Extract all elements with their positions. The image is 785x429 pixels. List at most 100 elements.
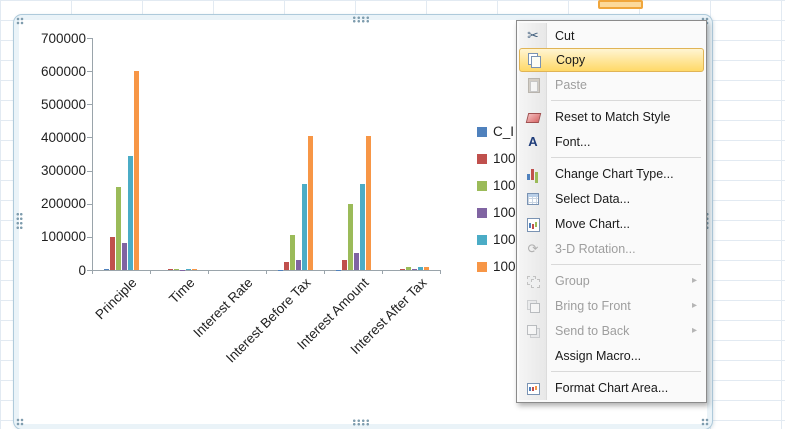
bar-principle-s3[interactable] <box>121 243 127 270</box>
reset-style-icon <box>525 109 541 125</box>
value-axis-tick <box>87 236 92 238</box>
legend-swatch-icon <box>477 207 487 218</box>
bar-interest-before-tax-s4[interactable] <box>301 183 307 270</box>
menu-item-reset-to-match-style[interactable]: Reset to Match Style <box>519 104 704 129</box>
legend-item-5[interactable]: 100 <box>477 259 516 274</box>
menu-item-label: Format Chart Area... <box>555 380 669 395</box>
value-axis-label[interactable]: 200000 <box>26 196 86 211</box>
value-axis-label[interactable]: 600000 <box>26 64 86 79</box>
macro-icon <box>525 348 541 364</box>
rotation-3d-icon <box>525 241 541 257</box>
legend-item-3[interactable]: 100 <box>477 205 516 220</box>
selection-handle-bottom-left[interactable] <box>16 418 24 426</box>
menu-item-font[interactable]: Font... <box>519 129 704 154</box>
bar-principle-s0[interactable] <box>103 269 109 270</box>
send-back-icon <box>525 323 541 339</box>
menu-item-cut[interactable]: Cut <box>519 23 704 48</box>
bar-time-s5[interactable] <box>191 268 197 270</box>
menu-item-label: Select Data... <box>555 191 631 206</box>
legend-item-4[interactable]: 100 <box>477 232 516 247</box>
format-chart-area-icon <box>525 380 541 396</box>
value-axis-label[interactable]: 300000 <box>26 163 86 178</box>
value-axis-tick <box>87 137 92 139</box>
bar-interest-amount-s2[interactable] <box>347 203 353 270</box>
bar-interest-amount-s4[interactable] <box>359 183 365 270</box>
value-axis-line[interactable] <box>92 38 93 271</box>
legend-label: 100 <box>493 259 516 274</box>
bar-interest-before-tax-s5[interactable] <box>307 135 313 270</box>
bar-interest-before-tax-s3[interactable] <box>295 260 301 270</box>
menu-item-format-chart-area[interactable]: Format Chart Area... <box>519 375 704 400</box>
menu-item-label: Bring to Front <box>555 298 631 313</box>
legend-item-2[interactable]: 100 <box>477 178 516 193</box>
legend-label: C_I <box>493 124 515 139</box>
menu-item-label: Assign Macro... <box>555 348 642 363</box>
menu-item-change-chart-type[interactable]: Change Chart Type... <box>519 161 704 186</box>
bar-interest-amount-s1[interactable] <box>341 260 347 270</box>
bar-interest-after-tax-s2[interactable] <box>405 267 411 270</box>
menu-item-bring-to-front[interactable]: Bring to Front ▸ <box>519 293 704 318</box>
selection-handle-left-middle[interactable] <box>16 212 23 230</box>
bar-principle-s5[interactable] <box>133 71 139 270</box>
menu-item-label: Group <box>555 273 590 288</box>
bar-time-s4[interactable] <box>185 269 191 270</box>
bar-interest-after-tax-s3[interactable] <box>411 269 417 270</box>
legend-item-0[interactable]: C_I <box>477 124 514 139</box>
bar-interest-amount-s3[interactable] <box>353 253 359 270</box>
selection-handle-top-left[interactable] <box>16 17 24 25</box>
menu-item-label: 3-D Rotation... <box>555 241 636 256</box>
menu-item-label: Move Chart... <box>555 216 631 231</box>
value-axis-label[interactable]: 100000 <box>26 229 86 244</box>
value-axis-label[interactable]: 500000 <box>26 97 86 112</box>
legend-swatch-icon <box>477 261 487 272</box>
submenu-arrow-icon: ▸ <box>691 300 697 311</box>
category-axis-tick <box>150 270 151 274</box>
selection-handle-top-center[interactable] <box>352 16 370 23</box>
highlighted-cell[interactable] <box>598 0 643 9</box>
bar-interest-after-tax-s5[interactable] <box>423 266 429 270</box>
value-axis-tick <box>87 71 92 73</box>
value-axis-tick <box>87 38 92 39</box>
bar-principle-s1[interactable] <box>109 236 115 270</box>
value-axis-label[interactable]: 700000 <box>26 31 86 46</box>
menu-item-paste[interactable]: Paste <box>519 72 704 97</box>
context-menu: Cut Copy Paste Reset to Match Style Font... C… <box>516 20 707 403</box>
menu-item-select-data[interactable]: Select Data... <box>519 186 704 211</box>
menu-item-3-d-rotation[interactable]: 3-D Rotation... <box>519 236 704 261</box>
menu-item-copy[interactable]: Copy <box>519 48 704 72</box>
menu-item-label: Paste <box>555 77 587 92</box>
selection-handle-bottom-center[interactable] <box>352 419 370 426</box>
bar-interest-after-tax-s4[interactable] <box>417 267 423 270</box>
legend-swatch-icon <box>477 180 487 191</box>
select-data-icon <box>525 191 541 207</box>
menu-item-label: Send to Back <box>555 323 630 338</box>
submenu-arrow-icon: ▸ <box>691 275 697 286</box>
bar-interest-after-tax-s1[interactable] <box>399 269 405 270</box>
bring-front-icon <box>525 298 541 314</box>
group-icon <box>525 273 541 289</box>
bar-interest-before-tax-s2[interactable] <box>289 235 295 270</box>
menu-separator <box>551 264 701 265</box>
bar-interest-amount-s5[interactable] <box>365 135 371 270</box>
bar-principle-s2[interactable] <box>115 187 121 270</box>
legend-label: 100 <box>493 205 516 220</box>
menu-item-label: Change Chart Type... <box>555 166 674 181</box>
legend-swatch-icon <box>477 234 487 245</box>
bar-interest-before-tax-s1[interactable] <box>283 261 289 270</box>
legend-item-1[interactable]: 100 <box>477 151 516 166</box>
chart-type-icon <box>525 166 541 182</box>
value-axis-label[interactable]: 0 <box>26 263 86 278</box>
legend-label: 100 <box>493 178 516 193</box>
menu-item-send-to-back[interactable]: Send to Back ▸ <box>519 318 704 343</box>
bar-time-s2[interactable] <box>173 269 179 270</box>
menu-item-assign-macro[interactable]: Assign Macro... <box>519 343 704 368</box>
menu-item-label: Font... <box>555 134 591 149</box>
menu-item-group[interactable]: Group ▸ <box>519 268 704 293</box>
bar-principle-s4[interactable] <box>127 155 133 270</box>
selection-handle-bottom-right[interactable] <box>701 418 709 426</box>
value-axis-label[interactable]: 400000 <box>26 130 86 145</box>
menu-item-move-chart[interactable]: Move Chart... <box>519 211 704 236</box>
bar-time-s1[interactable] <box>167 269 173 270</box>
category-axis-tick <box>208 270 209 274</box>
font-icon <box>525 134 541 150</box>
